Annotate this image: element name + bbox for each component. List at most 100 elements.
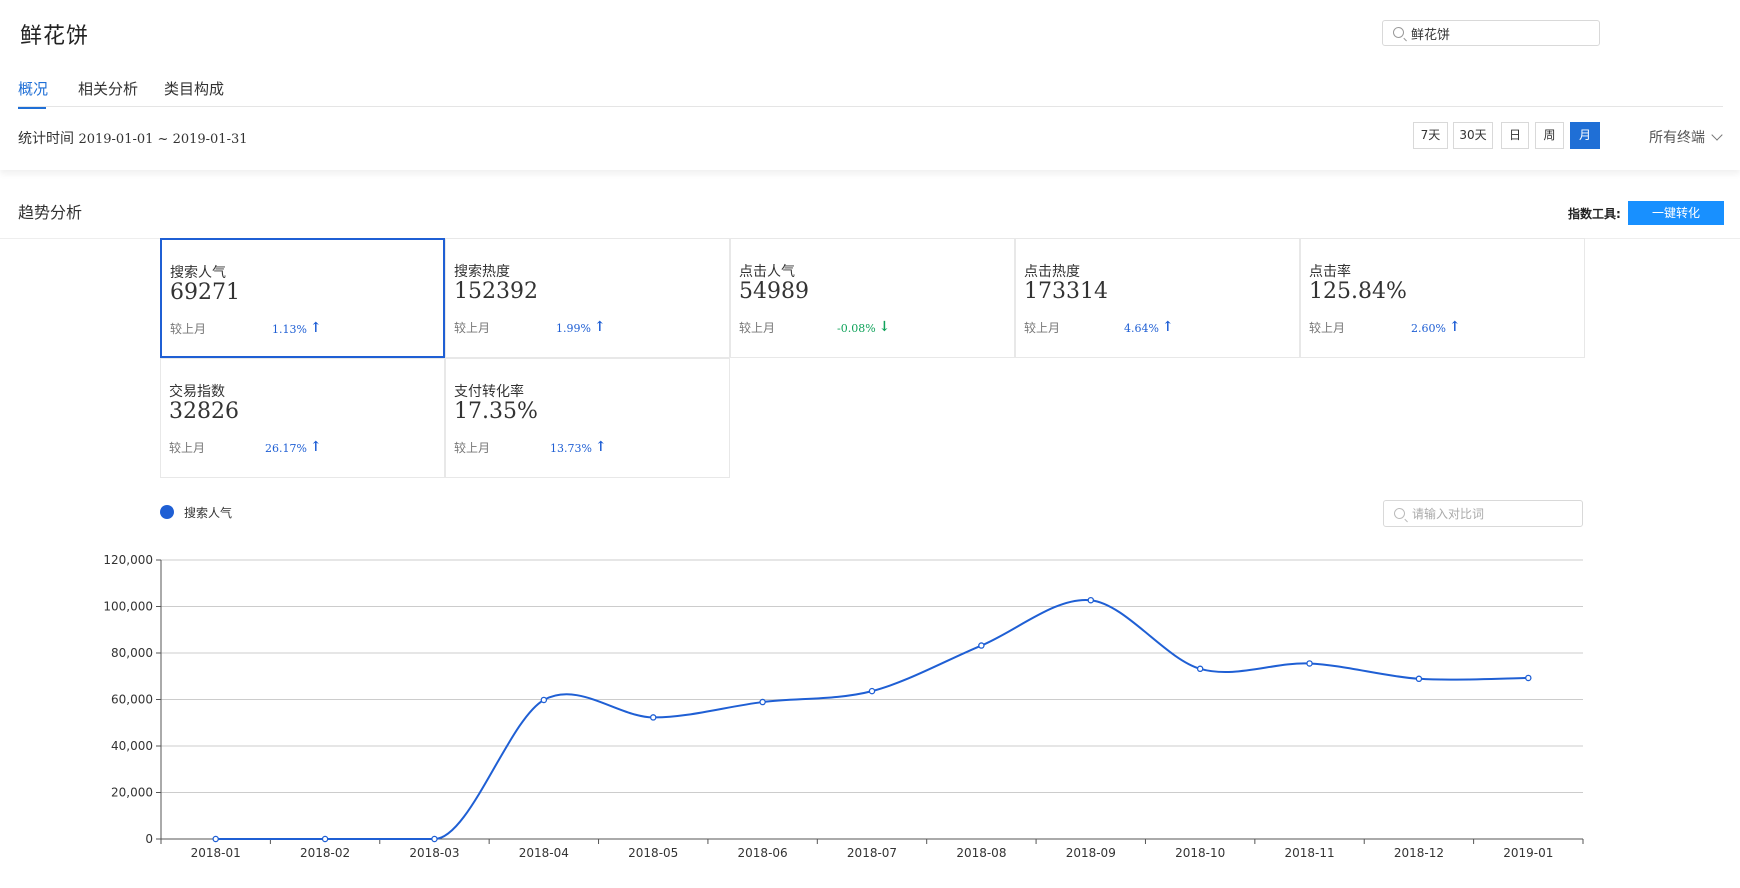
search-icon: [1393, 27, 1404, 38]
metric-change-value: 1.13%: [272, 323, 307, 336]
range-30d-button[interactable]: 30天: [1453, 122, 1493, 149]
stat-time: 统计时间 2019-01-01 ~ 2019-01-31: [18, 128, 248, 148]
y-tick-label: 100,000: [103, 600, 153, 614]
search-input[interactable]: [1411, 24, 1591, 42]
x-tick-label: 2018-11: [1284, 846, 1334, 860]
range-week-button[interactable]: 周: [1535, 122, 1564, 149]
arrow-up-icon: ↑: [594, 439, 607, 455]
compare-search[interactable]: [1383, 500, 1583, 527]
one-click-convert-button[interactable]: 一键转化: [1628, 201, 1724, 225]
y-tick-label: 120,000: [103, 553, 153, 567]
metric-card-search-popularity[interactable]: 搜索人气 69271 较上月 1.13% ↑: [160, 238, 445, 358]
metric-value: 69271: [170, 280, 240, 305]
metric-change-value: 4.64%: [1124, 322, 1159, 335]
x-tick-label: 2018-05: [628, 846, 678, 860]
search-icon: [1394, 508, 1405, 519]
tab-label: 概况: [18, 80, 49, 98]
y-tick-label: 80,000: [111, 646, 153, 660]
data-point: [1525, 674, 1532, 682]
metric-label: 点击热度: [1024, 264, 1080, 280]
metric-card-click-heat[interactable]: 点击热度 173314 较上月 4.64% ↑: [1015, 238, 1300, 358]
data-point: [1306, 660, 1313, 667]
tab-category-composition[interactable]: 类目构成: [164, 78, 224, 99]
metric-compare-label: 较上月: [1309, 321, 1346, 335]
metric-card-pay-conversion[interactable]: 支付转化率 17.35% 较上月 13.73% ↑: [445, 358, 730, 478]
x-tick-label: 2018-01: [191, 846, 241, 860]
metric-change: -0.08% ↓: [837, 319, 891, 336]
terminal-label: 所有终端: [1649, 130, 1705, 146]
metric-change-value: 2.60%: [1411, 322, 1446, 335]
x-tick-label: 2018-06: [738, 846, 788, 860]
arrow-up-icon: ↑: [1448, 319, 1461, 335]
metric-change: 26.17% ↑: [265, 439, 322, 456]
y-tick-label: 40,000: [111, 739, 153, 753]
legend-label[interactable]: 搜索人气: [184, 504, 232, 521]
x-tick-label: 2018-12: [1394, 846, 1444, 860]
metric-change: 1.99% ↑: [556, 319, 606, 336]
data-point: [431, 835, 438, 843]
metric-change: 2.60% ↑: [1411, 319, 1461, 336]
metric-value: 17.35%: [454, 399, 538, 424]
metric-label: 搜索人气: [170, 265, 226, 281]
tab-overview[interactable]: 概况: [18, 78, 49, 109]
data-point: [649, 714, 657, 721]
series-line: [215, 599, 1529, 840]
metric-compare-label: 较上月: [1024, 321, 1061, 335]
metric-compare-label: 较上月: [454, 321, 491, 335]
x-tick-label: 2018-08: [956, 846, 1006, 860]
compare-input[interactable]: [1412, 505, 1577, 523]
x-tick-label: 2018-09: [1066, 846, 1116, 860]
metric-value: 54989: [739, 279, 809, 304]
data-point: [1087, 596, 1095, 604]
data-point: [978, 642, 985, 649]
range-7d-button[interactable]: 7天: [1413, 122, 1448, 149]
metric-compare-label: 较上月: [169, 441, 206, 455]
range-month-button[interactable]: 月: [1570, 122, 1600, 149]
index-tool-label: 指数工具:: [1568, 207, 1621, 221]
terminal-dropdown[interactable]: 所有终端: [1649, 127, 1723, 147]
y-tick-label: 60,000: [111, 693, 153, 707]
arrow-up-icon: ↑: [309, 320, 322, 336]
metric-change-value: -0.08%: [837, 322, 876, 335]
metric-compare-label: 较上月: [739, 321, 776, 335]
metric-value: 32826: [169, 399, 239, 424]
data-point: [1196, 665, 1204, 673]
tab-related-analysis[interactable]: 相关分析: [78, 78, 138, 99]
x-tick-label: 2018-02: [300, 846, 350, 860]
x-tick-label: 2018-04: [519, 846, 569, 860]
data-point: [868, 687, 876, 695]
x-tick-label: 2018-07: [847, 846, 897, 860]
page-title: 鲜花饼: [20, 24, 90, 49]
metric-change-value: 1.99%: [556, 322, 591, 335]
trend-line-chart: 0 20,000 40,000 60,000 80,000 100,000 120,000 2…: [103, 553, 1584, 860]
metric-label: 支付转化率: [454, 384, 524, 400]
metric-change-value: 13.73%: [550, 442, 592, 455]
range-day-button[interactable]: 日: [1501, 122, 1529, 149]
metric-card-search-heat[interactable]: 搜索热度 152392 较上月 1.99% ↑: [445, 238, 730, 358]
y-tick-label: 20,000: [111, 786, 153, 800]
metric-value: 173314: [1024, 279, 1108, 304]
metric-card-trade-index[interactable]: 交易指数 32826 较上月 26.17% ↑: [160, 358, 445, 478]
chevron-down-icon: [1711, 129, 1723, 141]
x-tick-label: 2018-10: [1175, 846, 1225, 860]
arrow-up-icon: ↑: [1161, 319, 1174, 335]
metric-card-click-rate[interactable]: 点击率 125.84% 较上月 2.60% ↑: [1300, 238, 1585, 358]
section-title: 趋势分析: [18, 203, 83, 222]
metric-compare-label: 较上月: [454, 441, 491, 455]
metric-change-value: 26.17%: [265, 442, 307, 455]
metric-change: 4.64% ↑: [1124, 319, 1174, 336]
y-tick-label: 0: [145, 832, 153, 846]
stat-time-range: 2019-01-01 ~ 2019-01-31: [78, 132, 248, 147]
metric-label: 交易指数: [169, 384, 225, 400]
x-tick-label: 2019-01: [1503, 846, 1553, 860]
x-tick-label: 2018-03: [409, 846, 459, 860]
arrow-up-icon: ↑: [309, 439, 322, 455]
data-point: [759, 698, 766, 706]
legend-marker[interactable]: [160, 505, 174, 519]
arrow-down-icon: ↓: [878, 319, 891, 335]
keyword-search[interactable]: [1382, 20, 1600, 46]
data-point: [1415, 675, 1423, 683]
metric-card-click-popularity[interactable]: 点击人气 54989 较上月 -0.08% ↓: [730, 238, 1015, 358]
metric-change: 1.13% ↑: [272, 320, 322, 337]
stat-time-label: 统计时间: [18, 131, 74, 147]
